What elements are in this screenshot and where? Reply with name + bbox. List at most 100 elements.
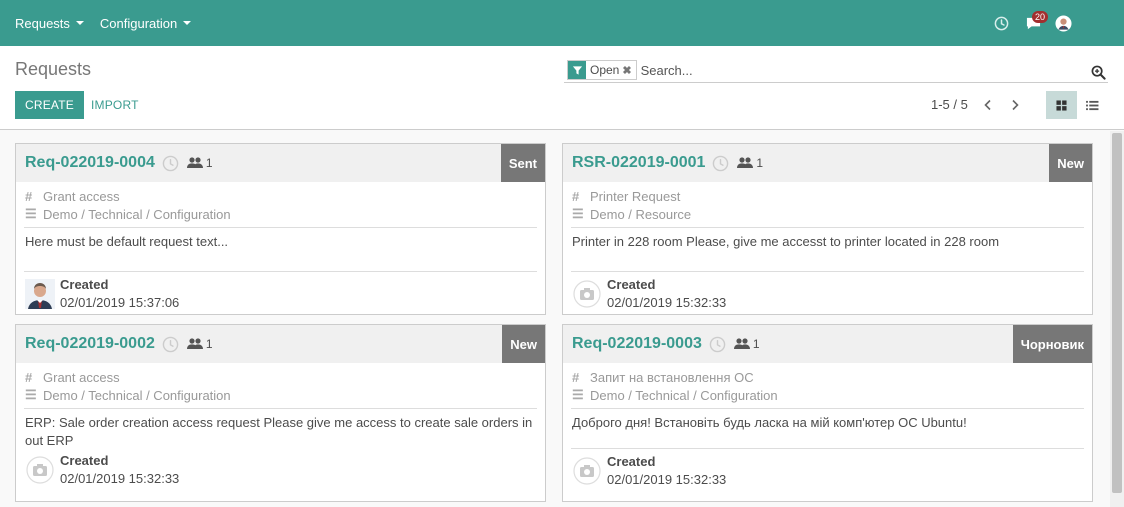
created-label: Created	[607, 277, 656, 292]
created-date: 02/01/2019 15:32:33	[607, 295, 727, 310]
created-date: 02/01/2019 15:32:33	[607, 472, 727, 487]
request-text: Printer in 228 room Please, give me acce…	[572, 234, 1000, 249]
request-title[interactable]: Req-022019-0004	[25, 154, 155, 172]
camera-placeholder-icon	[572, 279, 602, 309]
filter-icon	[568, 61, 586, 79]
menu-configuration-label: Configuration	[99, 15, 178, 31]
stage-badge: New	[502, 325, 545, 363]
request-text: Here must be default request text...	[25, 234, 229, 249]
card-footer: Created 02/01/2019 15:32:33	[16, 450, 545, 492]
page-title: Requests	[15, 59, 92, 79]
messages-count-badge: 20	[1032, 11, 1049, 23]
camera-placeholder-icon	[572, 456, 602, 486]
created-label: Created	[60, 277, 109, 292]
card-meta: # Printer Request ☰ Demo / Resource	[563, 182, 1092, 223]
card-header: Req-022019-0003 1 Чорновик	[563, 325, 1092, 363]
request-title[interactable]: Req-022019-0002	[25, 335, 155, 353]
created-label: Created	[60, 453, 109, 468]
card-header: Req-022019-0004 1 Sent	[16, 144, 545, 182]
followers-count: 1	[186, 156, 213, 170]
created-date: 02/01/2019 15:37:06	[60, 295, 180, 310]
top-navbar: Requests Configuration 20	[0, 0, 1124, 46]
request-text: Доброго дня! Встановіть будь ласка на мі…	[572, 415, 967, 430]
followers-count: 1	[733, 337, 760, 351]
request-type: Grant access	[43, 188, 120, 204]
request-card[interactable]: Req-022019-0004 1 Sent # Grant access ☰ De…	[15, 143, 546, 315]
activity-clock-icon[interactable]	[712, 155, 729, 172]
created-date: 02/01/2019 15:32:33	[60, 471, 180, 486]
activity-clock-icon[interactable]	[162, 155, 179, 172]
facet-value: Open	[590, 63, 620, 77]
activity-clock-icon[interactable]	[986, 0, 1016, 46]
card-header: RSR-022019-0001 1 New	[563, 144, 1092, 182]
menu-requests-label: Requests	[15, 15, 70, 31]
pager-previous-icon[interactable]	[978, 94, 998, 116]
followers-count: 1	[186, 337, 213, 351]
request-card[interactable]: Req-022019-0003 1 Чорновик # Запит на вст…	[562, 324, 1093, 502]
request-category: Demo / Technical / Configuration	[43, 206, 231, 222]
create-button[interactable]: CREATE	[15, 91, 84, 119]
caret-down-icon	[75, 21, 84, 25]
category-menu-icon: ☰	[572, 387, 584, 402]
request-type: Запит на встановлення ОС	[590, 369, 754, 385]
category-menu-icon: ☰	[25, 206, 37, 221]
search-input[interactable]	[640, 62, 1061, 78]
followers-count: 1	[737, 156, 763, 170]
request-title[interactable]: RSR-022019-0001	[572, 154, 705, 172]
list-view-icon[interactable]	[1077, 91, 1108, 119]
facet-remove-icon[interactable]: ✖	[622, 64, 635, 77]
control-panel: Requests Open ✖ CREATE IMPORT 1-5 / 5	[0, 46, 1124, 130]
kanban-view-icon[interactable]	[1046, 91, 1077, 119]
created-label: Created	[607, 454, 656, 469]
users-icon	[733, 338, 750, 349]
request-title[interactable]: Req-022019-0003	[572, 335, 702, 353]
navbar-systray: 20	[986, 0, 1124, 46]
search-facet-open[interactable]: Open ✖	[567, 60, 637, 80]
card-meta: # Запит на встановлення ОС ☰ Demo / Techni…	[563, 363, 1092, 404]
hashtag-icon: #	[25, 188, 33, 204]
stage-badge: New	[1049, 144, 1092, 182]
card-meta: # Grant access ☰ Demo / Technical / Config…	[16, 182, 545, 223]
activity-clock-icon[interactable]	[162, 336, 179, 353]
card-header: Req-022019-0002 1 New	[16, 325, 545, 363]
request-card[interactable]: RSR-022019-0001 1 New # Printer Request ☰…	[562, 143, 1093, 315]
scrollbar-thumb[interactable]	[1112, 133, 1122, 493]
followers-number: 1	[756, 156, 764, 170]
request-category: Demo / Resource	[590, 206, 692, 222]
card-footer: Created 02/01/2019 15:32:33	[563, 449, 1092, 493]
request-text: ERP: Sale order creation access request …	[25, 415, 533, 448]
caret-down-icon	[183, 21, 192, 25]
stage-badge: Sent	[500, 144, 545, 182]
request-type: Printer Request	[590, 188, 681, 204]
kanban-scrollbar[interactable]	[1110, 131, 1124, 507]
card-footer: Created 02/01/2019 15:37:06	[16, 272, 545, 316]
request-card[interactable]: Req-022019-0002 1 New # Grant access ☰ Dem…	[15, 324, 546, 502]
hashtag-icon: #	[572, 369, 580, 385]
menu-configuration[interactable]: Configuration	[92, 0, 199, 46]
search-bar: Open ✖	[564, 58, 1108, 83]
import-button[interactable]: IMPORT	[82, 91, 148, 119]
user-avatar[interactable]	[1048, 0, 1078, 46]
request-category: Demo / Technical / Configuration	[43, 387, 231, 403]
menu-requests[interactable]: Requests	[0, 0, 92, 46]
category-menu-icon: ☰	[25, 387, 37, 402]
request-category: Demo / Technical / Configuration	[590, 387, 778, 403]
request-type: Grant access	[43, 369, 120, 385]
stage-badge: Чорновик	[1012, 325, 1092, 363]
pager-next-icon[interactable]	[1005, 94, 1025, 116]
followers-number: 1	[205, 156, 213, 170]
card-footer: Created 02/01/2019 15:32:33	[563, 272, 1092, 316]
creator-avatar	[25, 279, 55, 309]
kanban-view: Req-022019-0004 1 Sent # Grant access ☰ De…	[0, 131, 1108, 507]
pager-value[interactable]: 1-5 / 5	[931, 97, 968, 112]
messages-icon[interactable]: 20	[1018, 0, 1049, 46]
activity-clock-icon[interactable]	[709, 336, 726, 353]
search-zoom-icon[interactable]	[1088, 62, 1108, 82]
users-icon	[737, 157, 754, 168]
followers-number: 1	[752, 337, 760, 351]
followers-number: 1	[205, 337, 213, 351]
category-menu-icon: ☰	[572, 206, 584, 221]
hashtag-icon: #	[25, 369, 33, 385]
users-icon	[186, 338, 203, 349]
card-meta: # Grant access ☰ Demo / Technical / Config…	[16, 363, 545, 404]
